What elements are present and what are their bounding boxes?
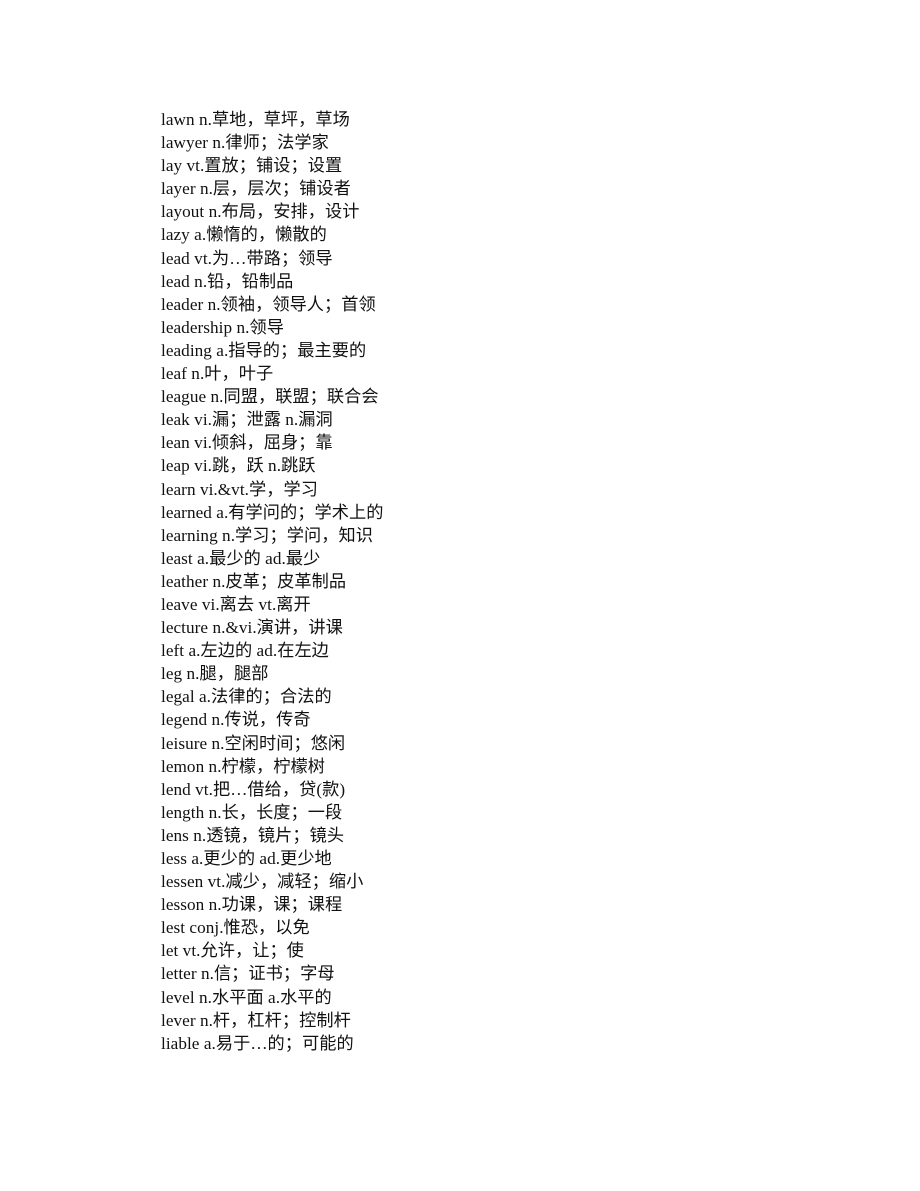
- word-entry: lever n.杆，杠杆；控制杆: [161, 1010, 351, 1030]
- word-entry: learned a.有学问的；学术上的: [161, 502, 384, 522]
- word-entry: letter n.信；证书；字母: [161, 964, 335, 984]
- word-entry: lens n.透镜，镜片；镜头: [161, 825, 345, 845]
- word-entry: lemon n.柠檬，柠檬树: [161, 756, 325, 776]
- word-entry: layer n.层，层次；铺设者: [161, 179, 351, 199]
- word-entry: learning n.学习；学问，知识: [161, 525, 373, 545]
- word-entry: left a.左边的 ad.在左边: [161, 641, 329, 661]
- word-entry: least a.最少的 ad.最少: [161, 548, 321, 568]
- word-entry: learn vi.&vt.学，学习: [161, 479, 318, 499]
- word-entry: liable a.易于…的；可能的: [161, 1033, 354, 1053]
- word-entry: lean vi.倾斜，屈身；靠: [161, 433, 333, 453]
- word-entry: leather n.皮革；皮革制品: [161, 571, 347, 591]
- word-entry: lead vt.为…带路；领导: [161, 248, 333, 268]
- word-entry: lead n.铅，铅制品: [161, 271, 294, 291]
- word-entry: level n.水平面 a.水平的: [161, 987, 332, 1007]
- word-entry: legal a.法律的；合法的: [161, 687, 332, 707]
- word-entry: leg n.腿，腿部: [161, 664, 269, 684]
- word-entry: leap vi.跳，跃 n.跳跃: [161, 456, 316, 476]
- word-entry: lesson n.功课，课；课程: [161, 895, 343, 915]
- word-entry: leak vi.漏；泄露 n.漏洞: [161, 410, 333, 430]
- word-entry: league n.同盟，联盟；联合会: [161, 387, 379, 407]
- word-entry: lawn n.草地，草坪，草场: [161, 110, 350, 129]
- word-entry: length n.长，长度；一段: [161, 802, 343, 822]
- word-entry: layout n.布局，安排，设计: [161, 202, 360, 222]
- word-entry: lecture n.&vi.演讲，讲课: [161, 618, 343, 638]
- word-entry: leisure n.空闲时间；悠闲: [161, 733, 346, 753]
- word-entry: less a.更少的 ad.更少地: [161, 849, 332, 868]
- word-entry: leaf n.叶，叶子: [161, 364, 274, 384]
- word-entry: leadership n.领导: [161, 317, 284, 337]
- word-entry: leave vi.离去 vt.离开: [161, 594, 311, 614]
- word-entry: leader n.领袖，领导人；首领: [161, 294, 376, 314]
- document-page: lawn n.草地，草坪，草场 lawyer n.律师；法学家 lay vt.置放；…: [0, 0, 920, 1191]
- word-entry: lest conj.惟恐，以免: [161, 918, 310, 938]
- word-entry: legend n.传说，传奇: [161, 710, 311, 730]
- word-entry: lawyer n.律师；法学家: [161, 133, 329, 153]
- word-entry: let vt.允许，让；使: [161, 941, 304, 961]
- vocabulary-word-list: lawn n.草地，草坪，草场 lawyer n.律师；法学家 lay vt.置放；…: [161, 108, 821, 1055]
- word-entry: leading a.指导的；最主要的: [161, 340, 367, 360]
- word-entry: lessen vt.减少，减轻；缩小: [161, 872, 364, 892]
- word-entry: lay vt.置放；铺设；设置: [161, 156, 343, 176]
- word-entry: lend vt.把…借给，贷(款): [161, 779, 346, 799]
- word-entry: lazy a.懒惰的，懒散的: [161, 225, 327, 245]
